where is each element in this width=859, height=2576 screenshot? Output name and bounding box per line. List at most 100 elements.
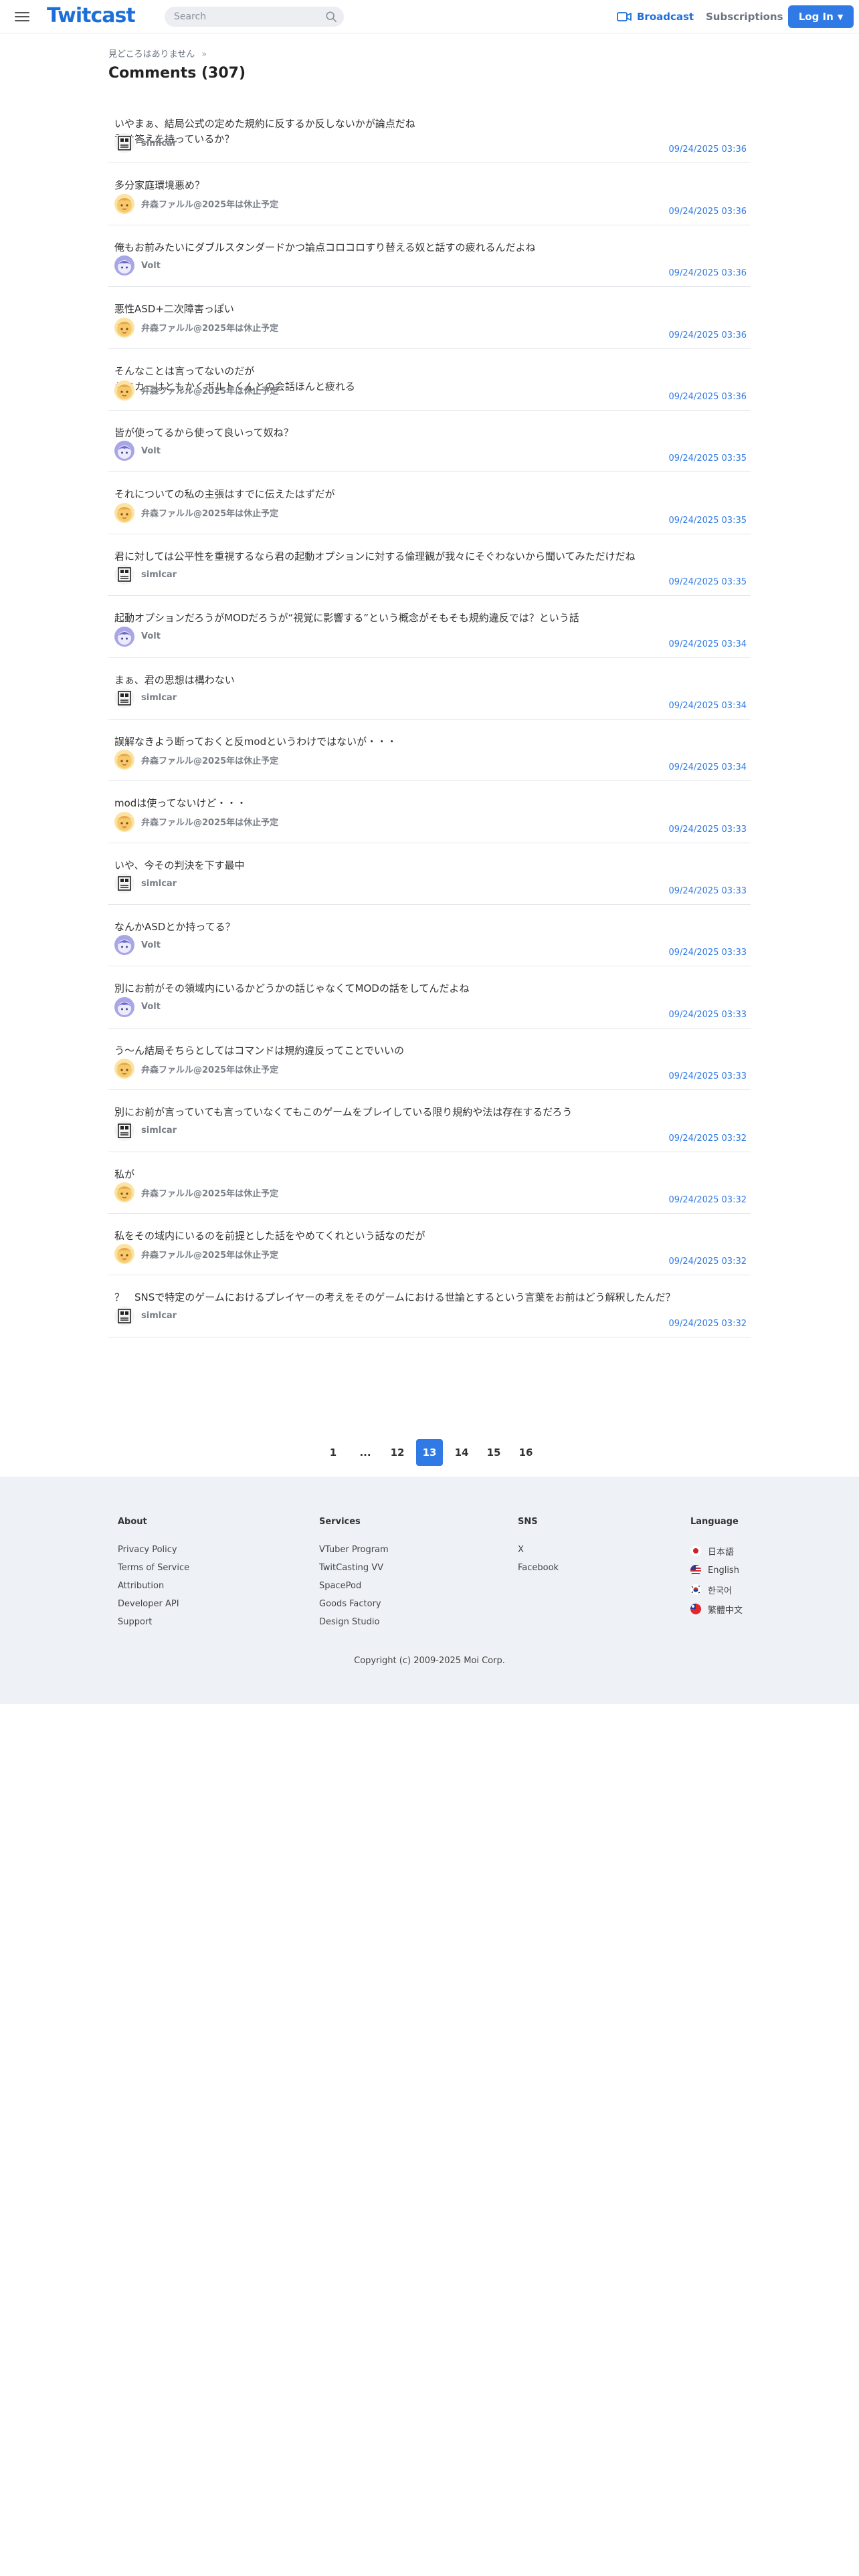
avatar[interactable] bbox=[114, 873, 134, 894]
comment-timestamp[interactable]: 09/24/2025 03:36 bbox=[668, 268, 747, 278]
comment-timestamp[interactable]: 09/24/2025 03:32 bbox=[668, 1319, 747, 1329]
hamburger-menu-icon[interactable] bbox=[13, 9, 31, 24]
comment-timestamp[interactable]: 09/24/2025 03:33 bbox=[668, 1010, 747, 1020]
comment-username[interactable]: Volt bbox=[141, 446, 161, 456]
comment-timestamp[interactable]: 09/24/2025 03:33 bbox=[668, 886, 747, 896]
page-button[interactable]: 15 bbox=[480, 1439, 507, 1466]
page-button[interactable]: 14 bbox=[448, 1439, 475, 1466]
footer-link[interactable]: Goods Factory bbox=[319, 1600, 389, 1609]
comment-user[interactable]: 弁森ファルル@2025年は休止予定 bbox=[114, 380, 278, 401]
comment-user[interactable]: 弁森ファルル@2025年は休止予定 bbox=[114, 1244, 278, 1265]
page-button[interactable]: 1 bbox=[320, 1439, 347, 1466]
avatar[interactable] bbox=[114, 626, 134, 647]
comment-user[interactable]: simlcar bbox=[114, 133, 177, 154]
footer-link[interactable]: Support bbox=[118, 1618, 189, 1627]
comment-username[interactable]: simlcar bbox=[141, 1125, 177, 1136]
search-input[interactable] bbox=[174, 10, 314, 23]
comment-username[interactable]: simlcar bbox=[141, 879, 177, 889]
footer-link[interactable]: VTuber Program bbox=[319, 1545, 389, 1555]
page-button[interactable]: 13 bbox=[416, 1439, 443, 1466]
search-box[interactable] bbox=[165, 7, 344, 27]
footer-link[interactable]: X bbox=[518, 1545, 559, 1555]
comment-user[interactable]: Volt bbox=[114, 626, 161, 647]
footer-link[interactable]: Developer API bbox=[118, 1600, 189, 1609]
avatar[interactable] bbox=[114, 193, 134, 214]
comment-username[interactable]: 弁森ファルル@2025年は休止予定 bbox=[141, 1063, 278, 1075]
comment-timestamp[interactable]: 09/24/2025 03:36 bbox=[668, 392, 747, 402]
comment-username[interactable]: Volt bbox=[141, 940, 161, 950]
comment-user[interactable]: Volt bbox=[114, 935, 161, 956]
avatar[interactable] bbox=[114, 255, 134, 276]
comment-username[interactable]: 弁森ファルル@2025年は休止予定 bbox=[141, 1248, 278, 1261]
comment-username[interactable]: 弁森ファルル@2025年は休止予定 bbox=[141, 384, 278, 397]
comment-user[interactable]: 弁森ファルル@2025年は休止予定 bbox=[114, 317, 278, 338]
comment-username[interactable]: Volt bbox=[141, 631, 161, 641]
comment-user[interactable]: 弁森ファルル@2025年は休止予定 bbox=[114, 750, 278, 770]
avatar[interactable] bbox=[114, 750, 134, 770]
comment-timestamp[interactable]: 09/24/2025 03:33 bbox=[668, 948, 747, 958]
avatar[interactable] bbox=[114, 502, 134, 523]
footer-link[interactable]: Design Studio bbox=[319, 1618, 389, 1627]
comment-timestamp[interactable]: 09/24/2025 03:33 bbox=[668, 825, 747, 835]
comment-timestamp[interactable]: 09/24/2025 03:35 bbox=[668, 453, 747, 463]
language-option[interactable]: 한국어 bbox=[690, 1584, 743, 1596]
footer-link[interactable]: SpacePod bbox=[319, 1582, 389, 1591]
search-icon[interactable] bbox=[325, 11, 337, 23]
avatar[interactable] bbox=[114, 564, 134, 585]
comment-username[interactable]: 弁森ファルル@2025年は休止予定 bbox=[141, 506, 278, 519]
comment-user[interactable]: Volt bbox=[114, 996, 161, 1017]
breadcrumb[interactable]: 見どころはありません » bbox=[108, 48, 751, 62]
comment-user[interactable]: Volt bbox=[114, 441, 161, 461]
comment-timestamp[interactable]: 09/24/2025 03:32 bbox=[668, 1257, 747, 1267]
subscriptions-link[interactable]: Subscriptions bbox=[706, 9, 783, 24]
comment-user[interactable]: 弁森ファルル@2025年は休止予定 bbox=[114, 1059, 278, 1079]
footer-link[interactable]: Terms of Service bbox=[118, 1564, 189, 1573]
avatar[interactable] bbox=[114, 996, 134, 1017]
comment-username[interactable]: simlcar bbox=[141, 138, 177, 148]
comment-timestamp[interactable]: 09/24/2025 03:36 bbox=[668, 330, 747, 340]
comment-user[interactable]: 弁森ファルル@2025年は休止予定 bbox=[114, 502, 278, 523]
avatar[interactable] bbox=[114, 441, 134, 461]
comment-user[interactable]: 弁森ファルル@2025年は休止予定 bbox=[114, 811, 278, 832]
comment-timestamp[interactable]: 09/24/2025 03:32 bbox=[668, 1195, 747, 1205]
comment-username[interactable]: 弁森ファルル@2025年は休止予定 bbox=[141, 815, 278, 828]
footer-link[interactable]: Facebook bbox=[518, 1564, 559, 1573]
language-option[interactable]: English bbox=[690, 1565, 743, 1576]
comment-user[interactable]: simlcar bbox=[114, 1120, 177, 1141]
avatar[interactable] bbox=[114, 380, 134, 401]
avatar[interactable] bbox=[114, 1305, 134, 1326]
language-option[interactable]: 繁體中文 bbox=[690, 1604, 743, 1616]
comment-user[interactable]: simlcar bbox=[114, 564, 177, 585]
comment-user[interactable]: 弁森ファルル@2025年は休止予定 bbox=[114, 193, 278, 214]
footer-link[interactable]: Attribution bbox=[118, 1582, 189, 1591]
language-option[interactable]: 日本語 bbox=[690, 1545, 743, 1558]
avatar[interactable] bbox=[114, 935, 134, 956]
page-button[interactable]: 16 bbox=[512, 1439, 539, 1466]
comment-timestamp[interactable]: 09/24/2025 03:34 bbox=[668, 762, 747, 772]
comment-timestamp[interactable]: 09/24/2025 03:36 bbox=[668, 207, 747, 217]
avatar[interactable] bbox=[114, 133, 134, 154]
comment-timestamp[interactable]: 09/24/2025 03:33 bbox=[668, 1071, 747, 1081]
broadcast-link[interactable]: Broadcast bbox=[617, 9, 694, 24]
avatar[interactable] bbox=[114, 687, 134, 708]
comment-username[interactable]: 弁森ファルル@2025年は休止予定 bbox=[141, 321, 278, 334]
page-button[interactable]: 12 bbox=[384, 1439, 411, 1466]
footer-link[interactable]: Privacy Policy bbox=[118, 1545, 189, 1555]
comment-user[interactable]: simlcar bbox=[114, 687, 177, 708]
comment-user[interactable]: Volt bbox=[114, 255, 161, 276]
avatar[interactable] bbox=[114, 1120, 134, 1141]
comment-timestamp[interactable]: 09/24/2025 03:34 bbox=[668, 701, 747, 711]
comment-timestamp[interactable]: 09/24/2025 03:32 bbox=[668, 1134, 747, 1144]
comment-username[interactable]: 弁森ファルル@2025年は休止予定 bbox=[141, 754, 278, 766]
comment-username[interactable]: simlcar bbox=[141, 693, 177, 703]
avatar[interactable] bbox=[114, 1059, 134, 1079]
login-button[interactable]: Log In ▼ bbox=[788, 5, 854, 28]
comment-timestamp[interactable]: 09/24/2025 03:36 bbox=[668, 144, 747, 154]
avatar[interactable] bbox=[114, 811, 134, 832]
avatar[interactable] bbox=[114, 317, 134, 338]
comment-username[interactable]: Volt bbox=[141, 1002, 161, 1012]
comment-timestamp[interactable]: 09/24/2025 03:35 bbox=[668, 577, 747, 587]
footer-link[interactable]: TwitCasting VV bbox=[319, 1564, 389, 1573]
comment-username[interactable]: 弁森ファルル@2025年は休止予定 bbox=[141, 1186, 278, 1199]
avatar[interactable] bbox=[114, 1244, 134, 1265]
